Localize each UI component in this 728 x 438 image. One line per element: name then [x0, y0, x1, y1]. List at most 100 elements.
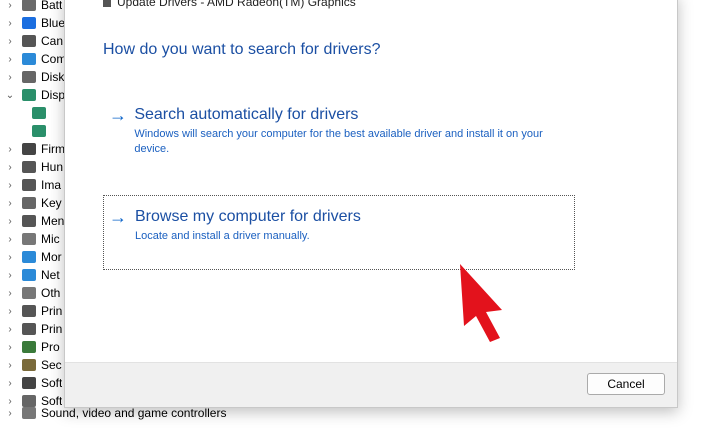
chevron-right-icon[interactable]: ›: [4, 36, 16, 47]
tree-row-label: Prin: [41, 304, 63, 318]
display-adapter-child-icon: [32, 125, 46, 137]
tree-row-label: Ima: [41, 178, 62, 192]
chevron-right-icon[interactable]: ›: [4, 342, 16, 353]
page-title: How do you want to search for drivers?: [103, 41, 381, 58]
tree-row-label: Sec: [41, 358, 62, 372]
option-description: Windows will search your computer for th…: [134, 128, 543, 155]
chevron-down-icon[interactable]: ⌄: [4, 90, 16, 101]
chevron-right-icon[interactable]: ›: [4, 324, 16, 335]
chevron-right-icon[interactable]: ›: [4, 144, 16, 155]
firmware-icon: [22, 143, 36, 155]
security-icon: [22, 359, 36, 371]
browse-my-computer-option[interactable]: → Browse my computer for drivers Locate …: [109, 207, 569, 244]
tree-row[interactable]: › Hun: [0, 158, 70, 176]
tree-row[interactable]: › Pro: [0, 338, 70, 356]
tree-row[interactable]: › Men: [0, 212, 70, 230]
tree-row[interactable]: ⌄ Disp: [0, 86, 70, 104]
chevron-right-icon[interactable]: ›: [4, 54, 16, 65]
tree-row-label: Net: [41, 268, 60, 282]
tree-row-label: Hun: [41, 160, 64, 174]
tree-row[interactable]: › Batt: [0, 0, 70, 14]
keyboard-icon: [22, 197, 36, 209]
chevron-right-icon[interactable]: ›: [4, 378, 16, 389]
memory-icon: [22, 215, 36, 227]
tree-row-label: Soft: [41, 376, 63, 390]
option-title[interactable]: Search automatically for drivers: [134, 105, 569, 125]
tree-row[interactable]: › Soft: [0, 374, 70, 392]
tree-row-label: Can: [41, 34, 64, 48]
tree-row[interactable]: [0, 104, 70, 122]
tree-row[interactable]: › Mor: [0, 248, 70, 266]
tree-row-label: Firm: [41, 142, 65, 156]
arrow-right-icon: →: [109, 105, 127, 125]
speaker-icon: [22, 407, 36, 419]
computer-icon: [22, 53, 36, 65]
tree-row[interactable]: › Firm: [0, 140, 70, 158]
dialog-title-text: Update Drivers - AMD Radeon(TM) Graphics: [117, 0, 356, 9]
print-queue-icon: [22, 323, 36, 335]
tree-row[interactable]: › Blue: [0, 14, 70, 32]
tree-row-label: Key: [41, 196, 62, 210]
tree-row[interactable]: › Net: [0, 266, 70, 284]
arrow-right-icon: →: [109, 207, 127, 227]
tree-row-label: Mic: [41, 232, 60, 246]
tree-row-label: Disk: [41, 70, 65, 84]
tree-row-label: Batt: [41, 0, 63, 12]
option-description: Locate and install a driver manually.: [135, 230, 310, 242]
chevron-right-icon[interactable]: ›: [4, 252, 16, 263]
device-tree: › Batt › Blue › Can › Com › Disk ⌄ Disp › Firm › Hun › Im…: [0, 0, 70, 438]
chevron-right-icon[interactable]: ›: [4, 162, 16, 173]
chevron-right-icon[interactable]: ›: [4, 408, 16, 419]
chevron-right-icon[interactable]: ›: [4, 306, 16, 317]
chevron-right-icon[interactable]: ›: [4, 18, 16, 29]
chevron-right-icon[interactable]: ›: [4, 72, 16, 83]
camera-icon: [22, 35, 36, 47]
battery-icon: [22, 0, 36, 11]
chevron-right-icon[interactable]: ›: [4, 270, 16, 281]
chevron-right-icon[interactable]: ›: [4, 288, 16, 299]
mouse-icon: [22, 233, 36, 245]
display-adapter-child-icon: [32, 107, 46, 119]
pointer-arrow-icon: [460, 264, 502, 342]
chevron-right-icon[interactable]: ›: [4, 216, 16, 227]
tree-row[interactable]: › Can: [0, 32, 70, 50]
tree-row-label: Sound, video and game controllers: [41, 406, 227, 420]
cancel-button[interactable]: Cancel: [587, 373, 665, 395]
disk-drive-icon: [22, 71, 36, 83]
tree-row-label: Blue: [41, 16, 66, 30]
tree-row[interactable]: › Disk: [0, 68, 70, 86]
bluetooth-icon: [22, 17, 36, 29]
tree-row[interactable]: › Oth: [0, 284, 70, 302]
tree-row[interactable]: [0, 122, 70, 140]
dialog-title: Update Drivers - AMD Radeon(TM) Graphics: [103, 0, 356, 9]
tree-row[interactable]: › Key: [0, 194, 70, 212]
chevron-right-icon[interactable]: ›: [4, 198, 16, 209]
chevron-right-icon[interactable]: ›: [4, 360, 16, 371]
dialog-footer: Cancel: [65, 362, 677, 407]
chevron-right-icon[interactable]: ›: [4, 0, 16, 11]
network-icon: [22, 269, 36, 281]
tree-row-label: Com: [41, 52, 67, 66]
tree-row[interactable]: › Prin: [0, 320, 70, 338]
printer-icon: [22, 305, 36, 317]
tree-row-label: Mor: [41, 250, 62, 264]
tree-row[interactable]: › Ima: [0, 176, 70, 194]
chevron-right-icon[interactable]: ›: [4, 234, 16, 245]
option-title[interactable]: Browse my computer for drivers: [135, 207, 361, 227]
tree-row-label: Prin: [41, 322, 63, 336]
monitor-icon: [22, 251, 36, 263]
tree-row-label: Pro: [41, 340, 60, 354]
tree-row[interactable]: › Mic: [0, 230, 70, 248]
tree-row-label: Disp: [41, 88, 66, 102]
tree-row-label: Oth: [41, 286, 61, 300]
display-adapter-icon: [22, 89, 36, 101]
tree-row-label: Men: [41, 214, 65, 228]
tree-row[interactable]: › Com: [0, 50, 70, 68]
search-automatically-option[interactable]: → Search automatically for drivers Windo…: [109, 105, 569, 157]
processor-icon: [22, 341, 36, 353]
update-drivers-dialog: Update Drivers - AMD Radeon(TM) Graphics…: [64, 0, 678, 408]
other-devices-icon: [22, 287, 36, 299]
chevron-right-icon[interactable]: ›: [4, 180, 16, 191]
tree-row[interactable]: › Prin: [0, 302, 70, 320]
tree-row[interactable]: › Sec: [0, 356, 70, 374]
